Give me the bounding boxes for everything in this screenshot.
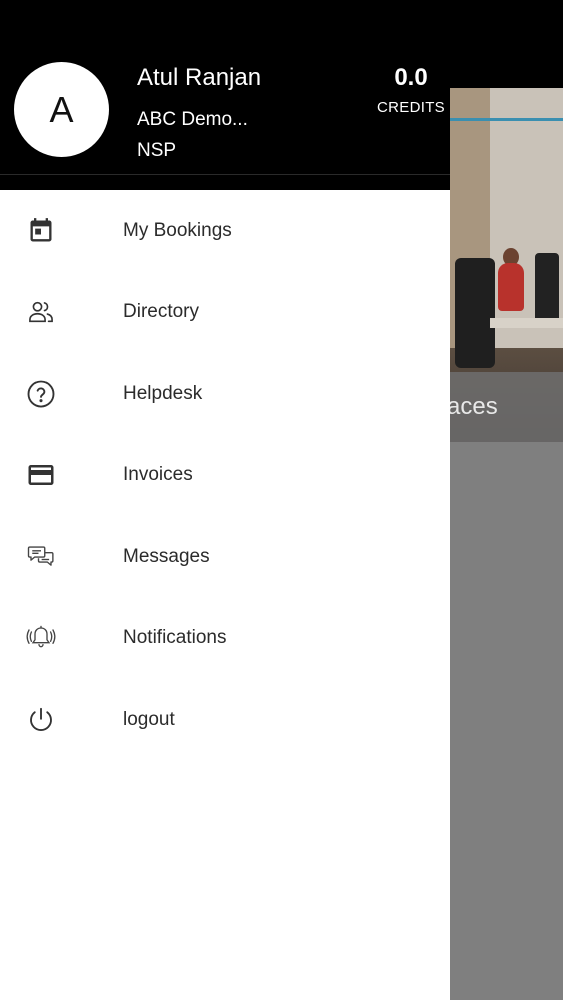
menu-item-label: Invoices (123, 464, 193, 486)
menu-item-label: My Bookings (123, 219, 232, 241)
hero-person (498, 263, 524, 311)
menu-item-label: Messages (123, 545, 210, 567)
user-location: NSP (137, 140, 177, 161)
hero-desk (490, 318, 563, 328)
menu-item-label: Notifications (123, 627, 227, 649)
hero-pipe (450, 118, 563, 121)
hero-chair (455, 258, 495, 368)
people-icon (24, 295, 58, 329)
user-company: ABC Demo... (137, 109, 248, 130)
credits-value: 0.0 (394, 64, 428, 91)
menu-item-my-bookings[interactable]: My Bookings (0, 190, 450, 272)
menu-item-helpdesk[interactable]: Helpdesk (0, 353, 450, 435)
header-divider (0, 174, 450, 175)
menu-item-invoices[interactable]: Invoices (0, 435, 450, 517)
calendar-icon (24, 214, 58, 248)
bell-ringing-icon (24, 621, 58, 655)
menu-item-directory[interactable]: Directory (0, 272, 450, 354)
chat-bubbles-icon (24, 540, 58, 574)
menu-item-notifications[interactable]: Notifications (0, 598, 450, 680)
help-circle-icon (24, 377, 58, 411)
menu-item-label: Directory (123, 301, 200, 323)
power-icon (24, 703, 58, 737)
menu-item-logout[interactable]: logout (0, 679, 450, 761)
menu-item-label: logout (123, 708, 175, 730)
hero-caption: aces (447, 393, 498, 420)
drawer-header: A Atul Ranjan ABC Demo... NSP 0.0 CREDIT… (0, 0, 450, 190)
hero-chair-2 (535, 253, 559, 328)
avatar[interactable]: A (14, 62, 109, 157)
drawer-menu: My Bookings Directory Helpdesk Invoices … (0, 190, 450, 761)
menu-item-messages[interactable]: Messages (0, 516, 450, 598)
credits-label: CREDITS (377, 99, 445, 116)
credit-card-icon (24, 458, 58, 492)
navigation-drawer: A Atul Ranjan ABC Demo... NSP 0.0 CREDIT… (0, 0, 450, 1000)
menu-item-label: Helpdesk (123, 382, 203, 404)
user-name: Atul Ranjan (137, 64, 262, 91)
